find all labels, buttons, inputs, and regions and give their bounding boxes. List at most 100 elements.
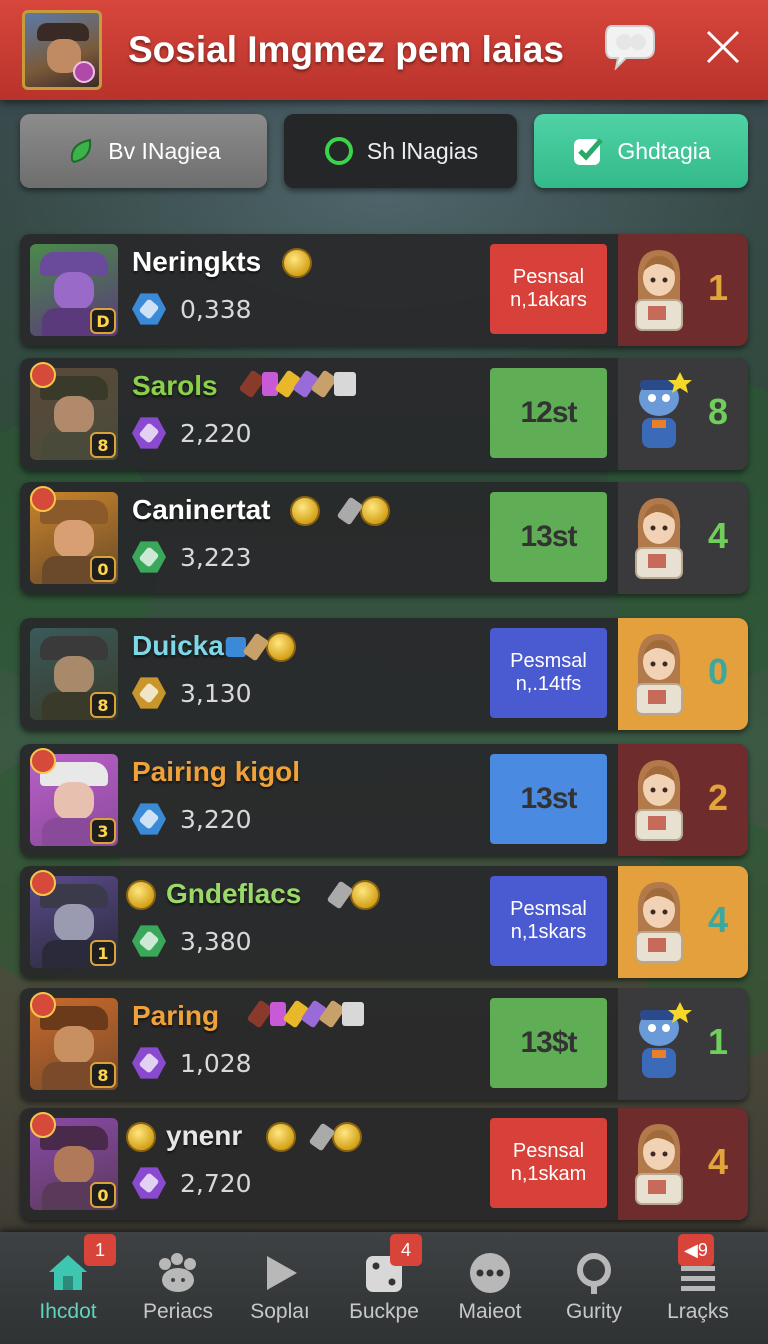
status-sublabel: n,1akars — [510, 289, 587, 311]
profile-avatar[interactable] — [22, 10, 102, 90]
chat-bubble-icon[interactable] — [604, 22, 658, 70]
rank-number: 2 — [707, 777, 729, 818]
score-value: 2,720 — [180, 1168, 252, 1198]
status-label: 13$t — [520, 1025, 577, 1059]
player-name: Neringkts — [132, 246, 262, 277]
status-sublabel: n,.14tfs — [515, 673, 582, 695]
player-row[interactable]: 3 Pairing kigol 3,220 13st 2 — [20, 744, 748, 856]
nav-label: Ihcdot — [39, 1300, 97, 1323]
nav-label: Бuckpe — [349, 1300, 419, 1323]
gem-icon — [132, 293, 166, 325]
status-button[interactable]: Pesnsal n,1akars — [490, 244, 607, 334]
ring-icon — [324, 137, 353, 165]
player-score: 3,130 — [132, 676, 252, 710]
status-button[interactable]: Pesnsal n,1skam — [490, 1118, 607, 1208]
nav-label: Maieot — [458, 1300, 522, 1323]
rank-number: 8 — [707, 391, 729, 432]
nav-item-more[interactable]: Maieot — [436, 1232, 544, 1344]
item-icons — [290, 496, 390, 526]
tab-filter-1[interactable]: Bv INagiea — [20, 114, 267, 188]
rank-number: 0 — [707, 651, 729, 692]
player-score: 3,223 — [132, 540, 252, 574]
girl-figure-icon — [635, 882, 683, 963]
score-value: 3,130 — [180, 678, 252, 708]
player-score: 3,220 — [132, 802, 252, 836]
player-row[interactable]: 8 Sarols 2,220 12st 8 — [20, 358, 748, 470]
status-button[interactable]: 13st — [490, 492, 607, 582]
player-row[interactable]: 8 Duickar 3,130 Pesmsal n,.14tfs 0 — [20, 618, 748, 730]
level-badge: 3 — [90, 818, 116, 844]
rank-emblem-icon — [30, 992, 56, 1018]
score-value: 0,338 — [180, 294, 252, 324]
nav-item-menu[interactable]: Lraçks ◀9 — [644, 1232, 752, 1344]
gem-icon — [132, 803, 166, 835]
item-icons — [226, 632, 296, 662]
top-header: Sosial Imgmez pem laias — [0, 0, 768, 100]
player-score: 3,380 — [132, 924, 252, 958]
status-label: 12st — [520, 395, 577, 429]
player-name: Gndeflacs — [166, 878, 302, 909]
player-row[interactable]: 8 Paring 1,028 13$t 1 — [20, 988, 748, 1100]
status-button[interactable]: Pesmsal n,.14tfs — [490, 628, 607, 718]
filter-tabs: Bv INagiea Sh lNagias Ghdtagia — [20, 114, 748, 188]
coin-icon — [126, 880, 156, 910]
player-name: Pairing kigol — [132, 756, 301, 787]
level-badge: 8 — [90, 692, 116, 718]
item-icons — [266, 1122, 362, 1152]
tab-filter-2[interactable]: Sh lNagias — [284, 114, 517, 188]
status-button[interactable]: 12st — [490, 368, 607, 458]
player-name: ynenr — [166, 1120, 243, 1151]
girl-figure-icon — [635, 250, 683, 331]
player-row[interactable]: 1 Gndeflacs 3,380 Pesmsal n,1skars 4 — [20, 866, 748, 978]
robot-figure-icon — [639, 372, 692, 448]
close-icon[interactable] — [702, 26, 744, 68]
rank-emblem-icon — [30, 748, 56, 774]
tab-label: Sh lNagias — [366, 137, 479, 164]
page-title: Sosial Imgmez pem laias — [128, 29, 564, 70]
rank-panel: 1 — [618, 988, 748, 1100]
status-button[interactable]: 13$t — [490, 998, 607, 1088]
girl-figure-icon — [635, 498, 683, 579]
rank-emblem-icon — [30, 486, 56, 512]
player-name: Paring — [132, 1000, 220, 1031]
status-button[interactable]: Pesmsal n,1skars — [490, 876, 607, 966]
coin-icon — [126, 1122, 156, 1152]
player-score: 2,220 — [132, 416, 252, 450]
level-badge: D — [90, 308, 116, 334]
player-row[interactable]: 0 ynenr 2,720 Pesnsal n,1skam 4 — [20, 1108, 748, 1220]
rank-number: 4 — [707, 1141, 729, 1182]
rank-number: 4 — [707, 515, 729, 556]
girl-figure-icon — [635, 1124, 683, 1205]
nav-item-search[interactable]: Gurity — [540, 1232, 648, 1344]
status-label: Pesnsal — [512, 1140, 585, 1162]
player-score: 2,720 — [132, 1166, 252, 1200]
level-badge: 8 — [90, 432, 116, 458]
nav-item-play[interactable]: Soplaı — [226, 1232, 334, 1344]
level-badge: 8 — [90, 1062, 116, 1088]
notification-badge: ◀9 — [678, 1234, 714, 1266]
nav-item-pets[interactable]: Periacs — [124, 1232, 232, 1344]
nav-label: Soplaı — [250, 1300, 310, 1323]
nav-label: Lraçks — [667, 1300, 729, 1323]
tab-filter-3[interactable]: Ghdtagia — [534, 114, 748, 188]
score-value: 1,028 — [180, 1048, 252, 1078]
more-icon — [470, 1253, 510, 1293]
rank-number: 1 — [707, 1021, 729, 1062]
nav-item-dice[interactable]: Бuckpe 4 — [330, 1232, 438, 1344]
player-score: 0,338 — [132, 292, 252, 326]
player-row[interactable]: D Neringkts 0,338 Pesnsal n,1akars 1 — [20, 234, 748, 346]
gem-icon — [132, 541, 166, 573]
rank-number: 1 — [707, 267, 729, 308]
status-button[interactable]: 13st — [490, 754, 607, 844]
nav-item-home[interactable]: Ihcdot 1 — [14, 1232, 122, 1344]
player-name: Caninertat — [132, 494, 271, 525]
play-icon — [267, 1256, 297, 1290]
player-row[interactable]: 0 Caninertat 3,223 13st 4 — [20, 482, 748, 594]
notification-badge: 1 — [84, 1234, 116, 1266]
player-avatar[interactable]: 8 — [30, 628, 118, 720]
rank-panel: 4 — [618, 866, 748, 978]
coin-icon — [282, 248, 312, 278]
rank-panel: 2 — [618, 744, 748, 856]
player-avatar[interactable]: D — [30, 244, 118, 336]
status-label: 13st — [520, 519, 577, 553]
